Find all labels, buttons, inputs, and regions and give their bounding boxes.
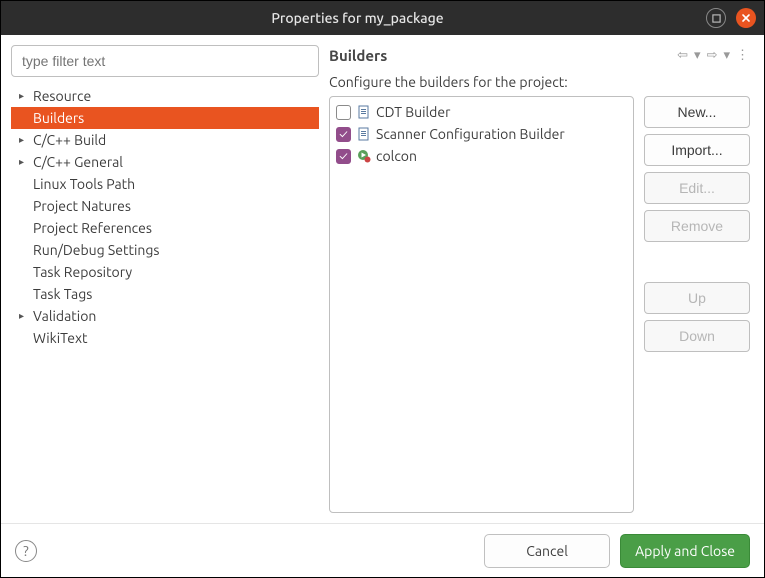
builder-label: Scanner Configuration Builder [376, 126, 565, 142]
builders-buttons: New... Import... Edit... Remove Up Down [644, 96, 750, 513]
tree-item-label: Task Tags [33, 286, 92, 302]
cancel-button[interactable]: Cancel [484, 534, 610, 568]
bottom-bar: ? Cancel Apply and Close [1, 523, 764, 577]
help-button[interactable]: ? [15, 540, 37, 562]
document-icon [356, 105, 371, 120]
tree-item[interactable]: Project Natures [11, 195, 319, 217]
nav-back-icon[interactable]: ⇦ [676, 48, 689, 63]
tree-item[interactable]: Task Repository [11, 261, 319, 283]
filter-input[interactable] [11, 45, 319, 77]
page-title: Builders [329, 47, 676, 64]
tree-item-label: Linux Tools Path [33, 176, 135, 192]
tree-item[interactable]: Builders [11, 107, 319, 129]
down-button: Down [644, 320, 750, 352]
document-icon [356, 127, 371, 142]
tree-item[interactable]: Project References [11, 217, 319, 239]
page-description: Configure the builders for the project: [325, 74, 754, 96]
content: ▸ResourceBuilders▸C/C++ Build▸C/C++ Gene… [1, 35, 764, 523]
run-config-icon [356, 149, 371, 164]
nav-forward-icon[interactable]: ⇨ [706, 48, 719, 63]
tree-item[interactable]: Run/Debug Settings [11, 239, 319, 261]
tree-item-label: WikiText [33, 330, 88, 346]
builder-checkbox[interactable]: ✓ [336, 149, 351, 164]
builders-list[interactable]: CDT Builder ✓ Scanner Configuration Builde… [329, 96, 634, 513]
tree-item-label: Run/Debug Settings [33, 242, 160, 258]
edit-button: Edit... [644, 172, 750, 204]
builder-label: colcon [376, 148, 417, 164]
titlebar-controls [706, 8, 756, 28]
import-button[interactable]: Import... [644, 134, 750, 166]
button-spacer [644, 248, 750, 276]
nav-back-menu-icon[interactable]: ▾ [693, 48, 702, 63]
builder-row[interactable]: ✓ colcon [336, 145, 627, 167]
maximize-button[interactable] [706, 8, 726, 28]
expand-arrow-icon: ▸ [19, 156, 33, 168]
tree-item-label: C/C++ General [33, 154, 123, 170]
close-button[interactable] [736, 8, 756, 28]
titlebar: Properties for my_package [1, 1, 764, 35]
tree-item-label: Task Repository [33, 264, 132, 280]
remove-button: Remove [644, 210, 750, 242]
tree-item[interactable]: ▸Resource [11, 85, 319, 107]
main-panel: Builders ⇦ ▾ ⇨ ▾ ⋮ Configure the builder… [325, 45, 754, 513]
tree-item-label: Project References [33, 220, 152, 236]
builder-row[interactable]: ✓ Scanner Configuration Builder [336, 123, 627, 145]
new-button[interactable]: New... [644, 96, 750, 128]
nav-forward-menu-icon[interactable]: ▾ [722, 48, 731, 63]
expand-arrow-icon: ▸ [19, 134, 33, 146]
expand-arrow-icon: ▸ [19, 90, 33, 102]
tree-item[interactable]: Task Tags [11, 283, 319, 305]
expand-arrow-icon: ▸ [19, 310, 33, 322]
tree-item[interactable]: ▸Validation [11, 305, 319, 327]
tree-item[interactable]: Linux Tools Path [11, 173, 319, 195]
up-button: Up [644, 282, 750, 314]
tree-item[interactable]: WikiText [11, 327, 319, 349]
close-icon [741, 13, 751, 23]
header-toolbar: ⇦ ▾ ⇨ ▾ ⋮ [676, 48, 750, 63]
tree-item[interactable]: ▸C/C++ Build [11, 129, 319, 151]
apply-close-button[interactable]: Apply and Close [620, 534, 750, 568]
main-header: Builders ⇦ ▾ ⇨ ▾ ⋮ [325, 45, 754, 74]
help-icon: ? [23, 543, 28, 559]
tree-item[interactable]: ▸C/C++ General [11, 151, 319, 173]
tree-item-label: C/C++ Build [33, 132, 106, 148]
tree-item-label: Validation [33, 308, 96, 324]
sidebar: ▸ResourceBuilders▸C/C++ Build▸C/C++ Gene… [11, 45, 319, 513]
view-menu-icon[interactable]: ⋮ [735, 48, 750, 63]
builder-checkbox[interactable]: ✓ [336, 127, 351, 142]
category-tree[interactable]: ▸ResourceBuilders▸C/C++ Build▸C/C++ Gene… [11, 83, 319, 513]
main-body: CDT Builder ✓ Scanner Configuration Builde… [325, 96, 754, 513]
builder-label: CDT Builder [376, 104, 450, 120]
window-title: Properties for my_package [9, 10, 706, 26]
builder-row[interactable]: CDT Builder [336, 101, 627, 123]
tree-item-label: Builders [33, 110, 84, 126]
builder-checkbox[interactable] [336, 105, 351, 120]
tree-item-label: Project Natures [33, 198, 131, 214]
maximize-icon [712, 14, 721, 23]
tree-item-label: Resource [33, 88, 91, 104]
